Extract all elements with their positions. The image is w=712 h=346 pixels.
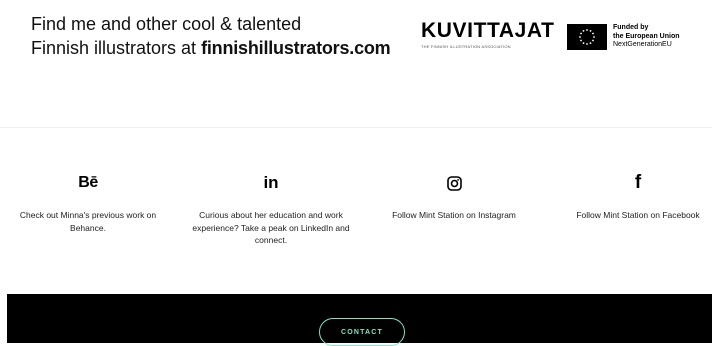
behance-icon[interactable]: Bē — [3, 172, 173, 194]
eu-flag-icon — [567, 24, 607, 50]
facebook-description: Follow Mint Station on Facebook — [576, 210, 700, 220]
section-divider — [0, 127, 712, 128]
promo-text: Find me and other cool & talented Finnis… — [31, 12, 391, 60]
instagram-description: Follow Mint Station on Instagram — [392, 210, 516, 220]
kuvittajat-logo[interactable]: KUVITTAJAT THE FINNISH ILLUSTRATION ASSO… — [421, 19, 555, 50]
eu-funded-by: Funded by — [613, 24, 649, 31]
eu-funding-text: Funded by the European Union NextGenerat… — [613, 24, 680, 50]
eu-programme: NextGenerationEU — [613, 41, 672, 48]
kuvittajat-logo-subtitle: THE FINNISH ILLUSTRATION ASSOCIATION — [421, 44, 511, 49]
social-facebook[interactable]: f Follow Mint Station on Facebook — [553, 172, 712, 222]
linkedin-icon[interactable]: in — [186, 172, 356, 194]
kuvittajat-logo-name: KUVITTAJAT — [421, 19, 555, 42]
promo-line-2: Finnish illustrators at finnishillustrat… — [31, 36, 391, 60]
linkedin-description: Curious about her education and work exp… — [192, 210, 350, 245]
facebook-icon[interactable]: f — [553, 172, 712, 194]
social-instagram[interactable]: Follow Mint Station on Instagram — [369, 172, 539, 222]
promo-line-1: Find me and other cool & talented — [31, 14, 302, 34]
contact-button[interactable]: CONTACT — [319, 318, 405, 346]
behance-description: Check out Minna's previous work on Behan… — [19, 210, 157, 233]
finnishillustrators-link[interactable]: finnishillustrators.com — [201, 38, 391, 58]
promo-line-2-prefix: Finnish illustrators at — [31, 38, 202, 58]
social-behance[interactable]: Bē Check out Minna's previous work on Be… — [3, 172, 173, 234]
footer: CONTACT — [7, 294, 712, 346]
promo-banner: Find me and other cool & talented Finnis… — [0, 0, 712, 128]
eu-name: the European Union — [613, 32, 680, 40]
instagram-icon[interactable] — [369, 172, 539, 194]
social-linkedin[interactable]: in Curious about her education and work … — [186, 172, 356, 247]
